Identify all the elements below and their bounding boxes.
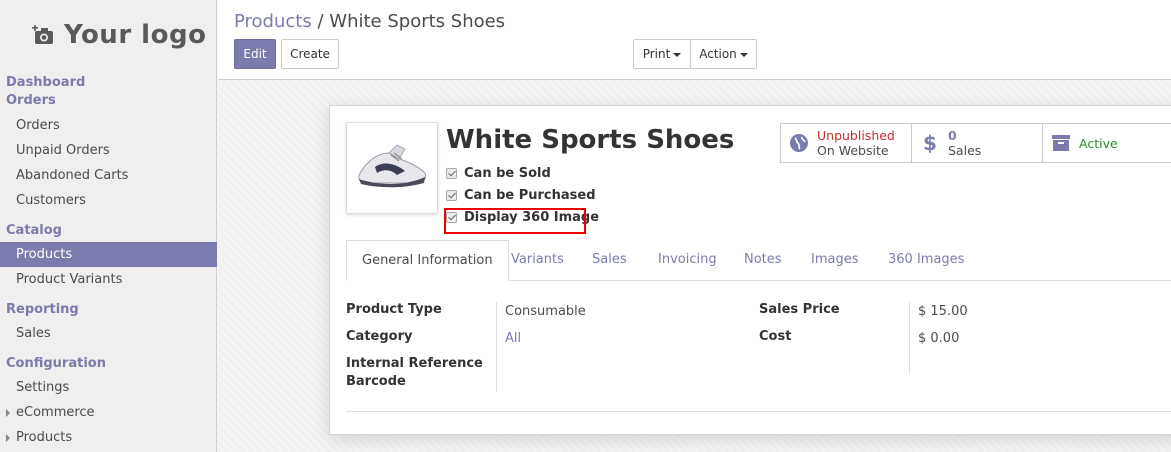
sidebar-section-catalog[interactable]: Catalog xyxy=(0,213,217,242)
caret-down-icon xyxy=(673,52,682,57)
caret-right-icon xyxy=(6,408,10,417)
active-toggle-button[interactable]: Active xyxy=(1042,123,1171,163)
control-panel: Products / White Sports Shoes Edit Creat… xyxy=(218,0,1171,80)
breadcrumb-current: White Sports Shoes xyxy=(329,11,506,32)
sidebar-item-products-config[interactable]: Products xyxy=(0,425,217,450)
action-dropdown[interactable]: Action xyxy=(690,39,757,69)
internal-reference-label: Internal Reference xyxy=(346,356,483,371)
caret-down-icon xyxy=(739,52,748,57)
active-status: Active xyxy=(1079,135,1118,151)
tab-notes[interactable]: Notes xyxy=(744,240,782,281)
sidebar: Your logo Dashboard Orders Orders Unpaid… xyxy=(0,0,217,452)
sidebar-item-label: eCommerce xyxy=(16,405,95,420)
checkbox-label: Can be Sold xyxy=(464,166,551,181)
sidebar-item-unpaid-orders[interactable]: Unpaid Orders xyxy=(0,138,217,163)
tab-variants[interactable]: Variants xyxy=(511,240,564,281)
sidebar-item-abandoned-carts[interactable]: Abandoned Carts xyxy=(0,163,217,188)
category-value[interactable]: All xyxy=(505,331,521,346)
product-image[interactable] xyxy=(346,122,438,214)
print-label: Print xyxy=(642,47,671,61)
breadcrumb-products-link[interactable]: Products xyxy=(234,11,312,32)
sidebar-section-configuration[interactable]: Configuration xyxy=(0,346,217,375)
tab-images[interactable]: Images xyxy=(811,240,859,281)
website-status: Unpublished On Website xyxy=(817,128,895,158)
field-divider xyxy=(909,302,910,374)
sales-price-value[interactable]: $ 15.00 xyxy=(918,304,968,319)
archive-icon xyxy=(1052,135,1070,151)
sidebar-section-reporting[interactable]: Reporting xyxy=(0,292,217,321)
product-name[interactable]: White Sports Shoes xyxy=(446,125,734,155)
logo[interactable]: Your logo xyxy=(32,20,206,50)
sidebar-item-sales[interactable]: Sales xyxy=(0,321,217,346)
svg-text:$: $ xyxy=(923,133,937,153)
action-label: Action xyxy=(699,47,737,61)
sidebar-item-orders[interactable]: Orders xyxy=(0,113,217,138)
sales-count: 0 xyxy=(948,128,957,143)
shoe-image xyxy=(358,144,426,188)
checkbox-icon[interactable] xyxy=(446,190,457,201)
sidebar-item-ecommerce[interactable]: eCommerce xyxy=(0,400,217,425)
checkbox-icon[interactable] xyxy=(446,168,457,179)
print-dropdown[interactable]: Print xyxy=(633,39,691,69)
sidebar-item-product-variants[interactable]: Product Variants xyxy=(0,267,217,292)
logo-text: Your logo xyxy=(64,20,207,50)
sales-stat-button[interactable]: $ 0 Sales xyxy=(911,123,1043,163)
sidebar-item-products[interactable]: Products xyxy=(0,242,217,267)
website-publish-button[interactable]: Unpublished On Website xyxy=(780,123,912,163)
field-divider xyxy=(496,302,497,392)
caret-right-icon xyxy=(6,433,10,442)
category-label: Category xyxy=(346,329,413,344)
sidebar-item-label: Products xyxy=(16,430,73,445)
can-be-sold-checkbox[interactable]: Can be Sold xyxy=(446,166,551,181)
website-status-line1: Unpublished xyxy=(817,128,895,143)
sales-price-label: Sales Price xyxy=(759,302,840,317)
notebook-tabs: General Information Variants Sales Invoi… xyxy=(346,240,1171,281)
highlight-box xyxy=(444,208,586,234)
sales-stat: 0 Sales xyxy=(948,128,981,158)
website-status-line2: On Website xyxy=(817,143,889,158)
section-separator xyxy=(346,411,1171,412)
form-sheet: White Sports Shoes Can be Sold Can be Pu… xyxy=(329,105,1171,435)
tab-invoicing[interactable]: Invoicing xyxy=(658,240,717,281)
product-type-label: Product Type xyxy=(346,302,442,317)
sidebar-item-customers[interactable]: Customers xyxy=(0,188,217,213)
sidebar-section-dashboard[interactable]: Dashboard xyxy=(0,75,217,93)
form-content: White Sports Shoes Can be Sold Can be Pu… xyxy=(218,81,1171,452)
tab-360-images[interactable]: 360 Images xyxy=(888,240,964,281)
camera-plus-icon xyxy=(32,25,53,44)
barcode-label: Barcode xyxy=(346,374,406,389)
breadcrumb: Products / White Sports Shoes xyxy=(234,11,505,32)
checkbox-label: Can be Purchased xyxy=(464,188,596,203)
edit-button[interactable]: Edit xyxy=(234,39,276,69)
cost-value[interactable]: $ 0.00 xyxy=(918,331,959,346)
can-be-purchased-checkbox[interactable]: Can be Purchased xyxy=(446,188,596,203)
cost-label: Cost xyxy=(759,329,792,344)
sales-label: Sales xyxy=(948,143,982,158)
sidebar-section-orders[interactable]: Orders xyxy=(0,93,217,113)
product-type-value[interactable]: Consumable xyxy=(505,304,586,319)
tab-sales[interactable]: Sales xyxy=(592,240,627,281)
sidebar-menu: Dashboard Orders Orders Unpaid Orders Ab… xyxy=(0,75,217,450)
tab-general-information[interactable]: General Information xyxy=(346,240,509,281)
create-button[interactable]: Create xyxy=(281,39,339,69)
breadcrumb-separator: / xyxy=(317,11,324,32)
globe-icon xyxy=(790,134,808,152)
dollar-icon: $ xyxy=(923,133,937,153)
sidebar-item-settings[interactable]: Settings xyxy=(0,375,217,400)
